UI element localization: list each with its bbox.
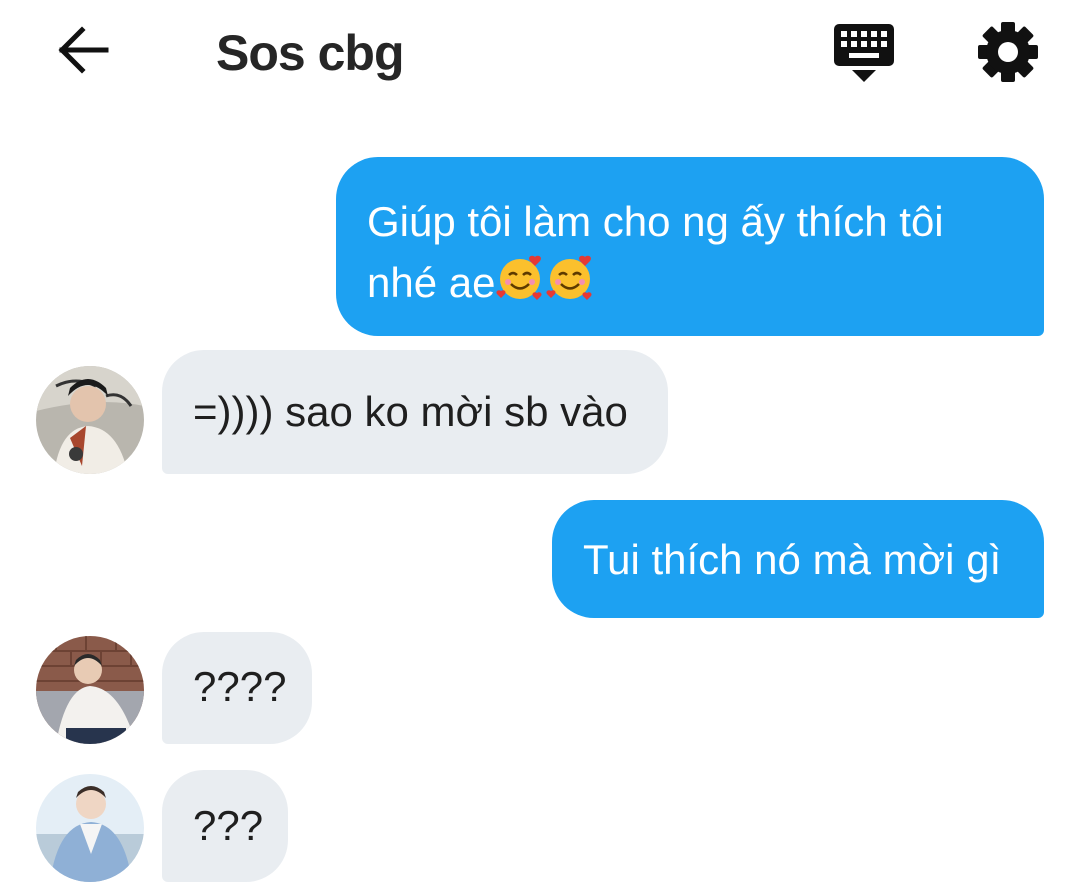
message-text: Giúp tôi làm cho ng ấy thích tôi [367,198,944,245]
keyboard-toggle-button[interactable] [832,22,896,84]
message-bubble-incoming[interactable]: =)))) sao ko mời sb vào [162,350,668,474]
message-text: =)))) sao ko mời sb vào [193,388,628,435]
avatar[interactable] [36,366,144,474]
keyboard-hide-icon [834,24,894,82]
avatar[interactable] [36,774,144,882]
message-bubble-outgoing[interactable]: Giúp tôi làm cho ng ấy thích tôi nhé ae [336,157,1044,336]
message-text-line: nhé ae [367,252,1014,313]
message-text: ???? [193,663,287,710]
settings-button[interactable] [976,20,1040,84]
chat-title: Sos cbg [216,25,404,81]
back-button[interactable] [54,22,114,78]
gear-icon [978,22,1038,82]
message-bubble-incoming[interactable]: ??? [162,770,288,882]
avatar[interactable] [36,636,144,744]
arrow-left-icon [58,26,109,74]
message-bubble-incoming[interactable]: ???? [162,632,312,744]
message-text: Tui thích nó mà mời gì [583,536,1002,583]
smiling-face-with-hearts-icon [496,255,543,300]
message-bubble-outgoing[interactable]: Tui thích nó mà mời gì [552,500,1044,618]
smiling-face-with-hearts-icon [546,255,593,300]
chat-header: Sos cbg [0,0,1080,110]
message-text: ??? [193,802,264,849]
